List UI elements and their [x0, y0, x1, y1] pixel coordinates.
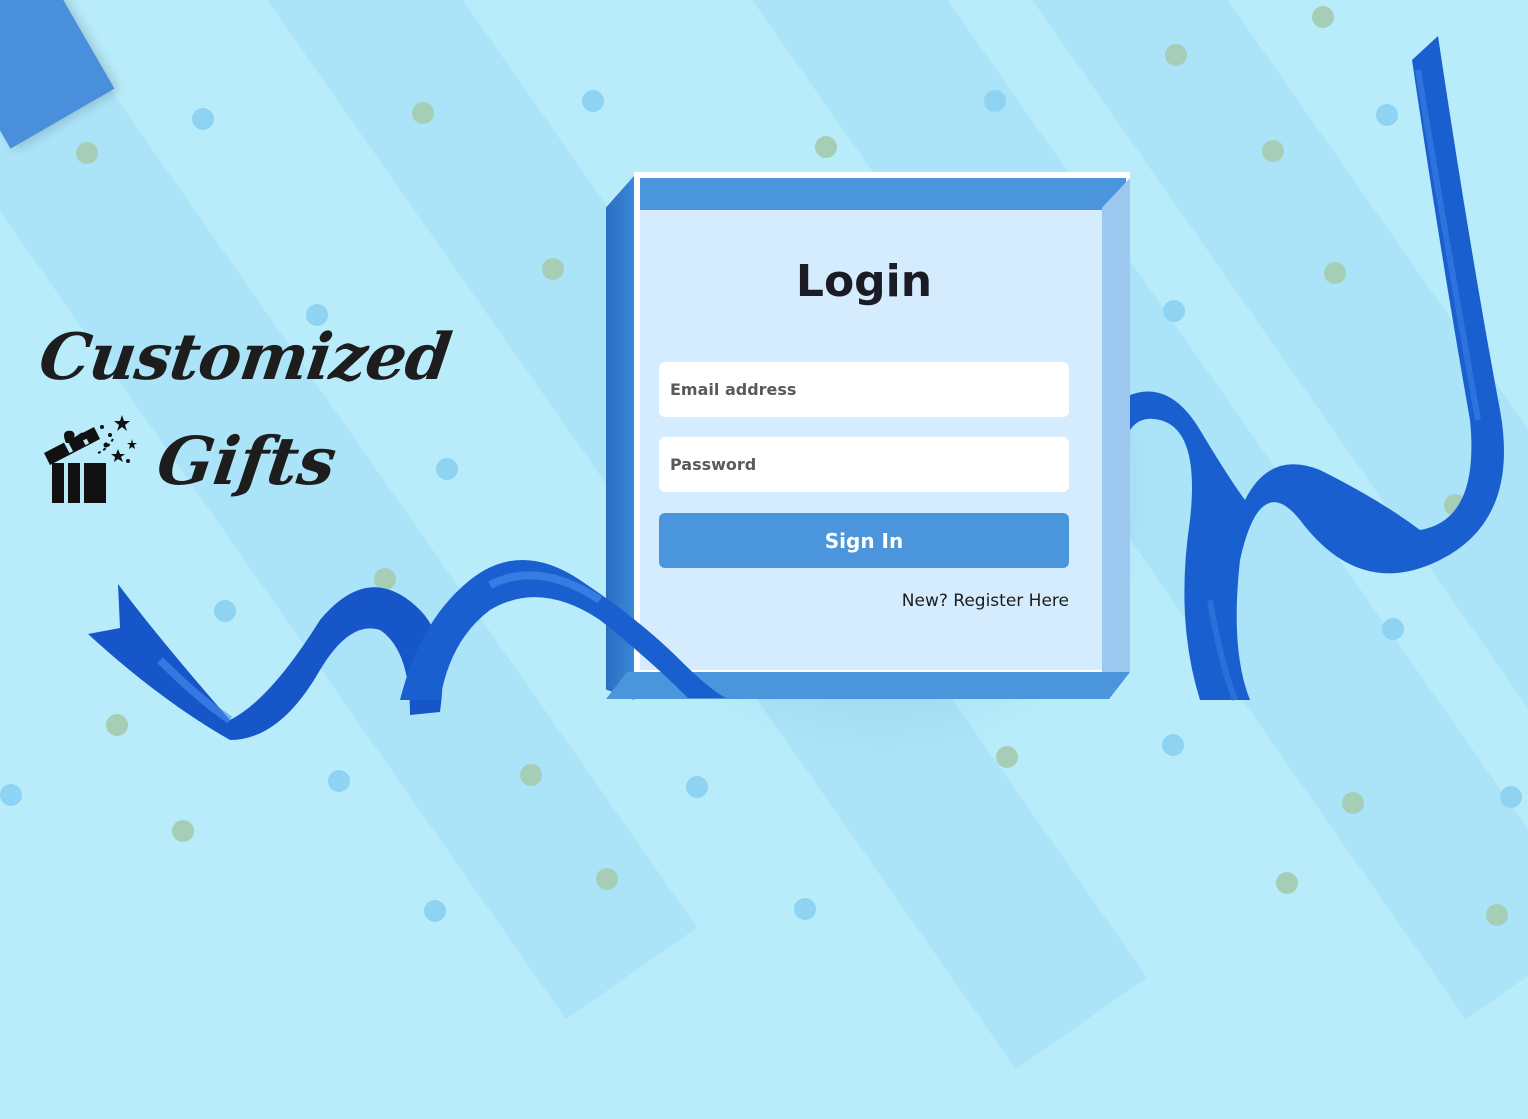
brand-logo: Customized Gifts — [35, 320, 455, 513]
register-link[interactable]: New? Register Here — [902, 591, 1069, 611]
brand-title-line2: Gifts — [152, 422, 341, 500]
sign-in-button[interactable]: Sign In — [659, 513, 1069, 568]
password-field[interactable] — [659, 437, 1069, 492]
gift-box-frame — [606, 172, 1130, 700]
gift-box-open-icon — [40, 409, 140, 513]
login-title: Login — [795, 256, 933, 307]
email-field[interactable] — [659, 362, 1069, 417]
brand-title-line1: Customized — [34, 320, 455, 395]
